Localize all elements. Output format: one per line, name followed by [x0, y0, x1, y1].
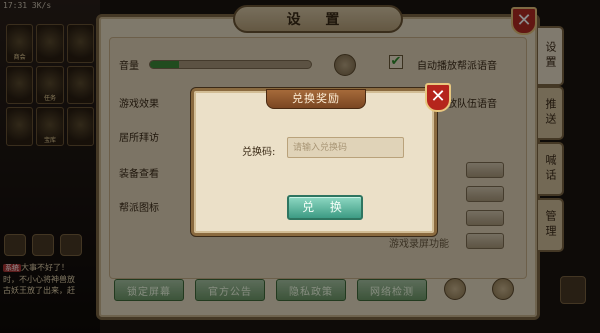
- redeem-code-input[interactable]: [287, 137, 404, 158]
- redeem-dialog: 兑换奖励 ✕ 兑换码: 兑 换: [191, 83, 451, 236]
- redeem-code-label: 兑换码:: [242, 147, 276, 158]
- redeem-dialog-title: 兑换奖励: [266, 89, 366, 109]
- redeem-button[interactable]: 兑 换: [287, 195, 363, 220]
- close-icon[interactable]: ✕: [425, 83, 451, 112]
